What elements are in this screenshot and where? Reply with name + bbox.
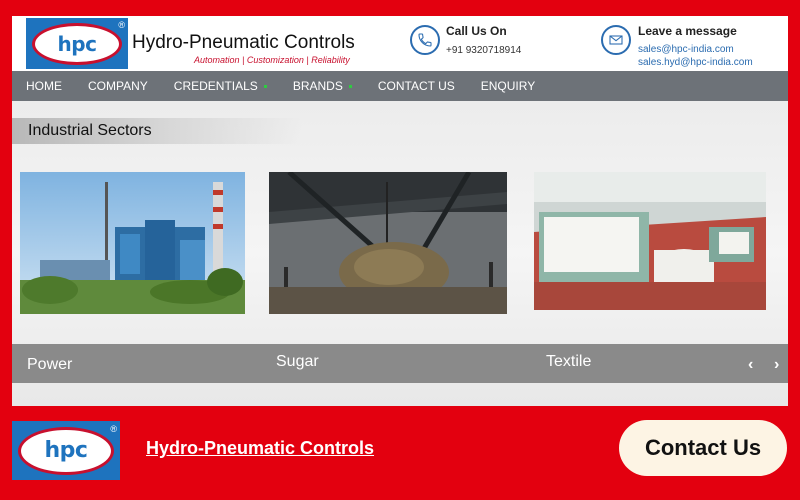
nav-contact-label: CONTACT US	[377, 79, 455, 93]
slider-prev-arrow-icon[interactable]: ‹	[748, 356, 753, 374]
call-us-title: Call Us On	[446, 24, 507, 38]
phone-icon	[410, 25, 440, 55]
website-frame: hpc ® Hydro-Pneumatic Controls Automatio…	[12, 16, 788, 406]
footer-company-link[interactable]: Hydro-Pneumatic Controls	[146, 438, 374, 459]
logo-text: hpc	[57, 31, 97, 56]
sectors-title: Industrial Sectors	[28, 122, 152, 139]
phone-number[interactable]: +91 9320718914	[446, 45, 521, 56]
company-name: Hydro-Pneumatic Controls	[132, 32, 355, 53]
nav-credentials[interactable]: CREDENTIALS	[161, 71, 280, 101]
nav-home-label: HOME	[26, 79, 62, 93]
sector-heading-bar: Industrial Sectors	[12, 118, 302, 144]
textile-sector-image[interactable]	[534, 172, 766, 310]
nav-home[interactable]: HOME	[12, 71, 75, 101]
dropdown-indicator-icon	[348, 84, 352, 88]
email-sales[interactable]: sales@hpc-india.com	[638, 44, 734, 55]
power-sector-image[interactable]	[20, 172, 245, 314]
footer-logo-text: hpc	[44, 438, 88, 463]
sectors-section: Industrial Sectors Power Sugar Textile ‹…	[12, 101, 788, 406]
footer-hpc-logo[interactable]: hpc ®	[12, 421, 120, 480]
nav-enquiry-label: ENQUIRY	[480, 79, 536, 93]
site-header: hpc ® Hydro-Pneumatic Controls Automatio…	[12, 16, 788, 71]
nav-brands[interactable]: BRANDS	[280, 71, 365, 101]
nav-company[interactable]: COMPANY	[75, 71, 161, 101]
main-nav: HOME COMPANY CREDENTIALS BRANDS CONTACT …	[12, 71, 788, 101]
hpc-logo[interactable]: hpc ®	[26, 18, 128, 69]
nav-brands-label: BRANDS	[292, 79, 343, 93]
registered-mark: ®	[118, 19, 125, 30]
dropdown-indicator-icon	[263, 84, 267, 88]
tagline: Automation | Customization | Reliability	[194, 55, 350, 65]
logo-oval: hpc ®	[32, 19, 125, 65]
slider-caption-bar: Power Sugar Textile ‹ ›	[12, 344, 788, 383]
nav-enquiry[interactable]: ENQUIRY	[468, 71, 548, 101]
nav-contact-us[interactable]: CONTACT US	[365, 71, 468, 101]
footer-logo-oval: hpc ®	[18, 423, 117, 475]
slider-next-arrow-icon[interactable]: ›	[774, 356, 779, 374]
nav-credentials-label: CREDENTIALS	[173, 79, 258, 93]
contact-us-button[interactable]: Contact Us	[619, 420, 787, 476]
caption-sugar[interactable]: Sugar	[276, 353, 319, 371]
caption-textile[interactable]: Textile	[546, 353, 591, 371]
leave-message-title: Leave a message	[638, 24, 737, 38]
caption-power[interactable]: Power	[27, 356, 72, 374]
email-sales-hyd[interactable]: sales.hyd@hpc-india.com	[638, 57, 753, 68]
footer-registered-mark: ®	[110, 423, 117, 434]
mail-icon	[601, 25, 631, 55]
sugar-sector-image[interactable]	[269, 172, 507, 314]
nav-company-label: COMPANY	[88, 79, 148, 93]
